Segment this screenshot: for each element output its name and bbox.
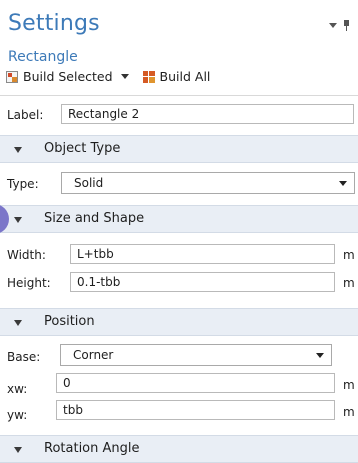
build-selected-icon	[6, 70, 18, 83]
label-input[interactable]: Rectangle 2	[61, 104, 354, 124]
width-label: Width:	[7, 248, 46, 262]
build-selected-button[interactable]: Build Selected	[6, 69, 129, 84]
toolbar: Build Selected Build All	[6, 69, 218, 84]
collapse-arrow-icon	[14, 217, 22, 223]
chevron-down-icon	[339, 181, 347, 186]
collapse-arrow-icon	[14, 320, 22, 326]
page-title: Settings	[8, 11, 100, 36]
build-all-button[interactable]: Build All	[142, 69, 211, 84]
node-subtitle: Rectangle	[8, 49, 78, 65]
build-selected-label: Build Selected	[23, 69, 113, 84]
width-input[interactable]: L+tbb	[70, 244, 335, 264]
divider	[0, 95, 358, 96]
label-field-label: Label:	[7, 108, 44, 122]
section-rotation-angle[interactable]: Rotation Angle	[0, 435, 358, 463]
base-select[interactable]: Corner	[60, 344, 332, 366]
window-controls	[329, 20, 350, 31]
height-unit: m	[343, 276, 355, 290]
type-select[interactable]: Solid	[61, 172, 355, 194]
height-label: Height:	[7, 276, 51, 290]
section-label: Position	[44, 314, 95, 329]
chevron-down-icon	[316, 353, 324, 358]
xw-label: xw:	[7, 382, 28, 396]
build-all-label: Build All	[159, 69, 211, 84]
width-unit: m	[343, 248, 355, 262]
yw-input[interactable]: tbb	[56, 400, 335, 420]
collapse-arrow-icon	[14, 447, 22, 453]
base-label: Base:	[7, 350, 41, 364]
xw-unit: m	[343, 378, 355, 392]
collapse-arrow-icon	[14, 147, 22, 153]
pin-icon[interactable]	[343, 20, 350, 31]
section-position[interactable]: Position	[0, 308, 358, 336]
yw-label: yw:	[7, 408, 28, 422]
base-select-value: Corner	[73, 348, 114, 362]
settings-panel: Settings Rectangle Build Selected Build …	[0, 0, 358, 463]
build-all-icon	[142, 70, 155, 83]
section-size-shape[interactable]: Size and Shape	[0, 205, 358, 233]
xw-input[interactable]: 0	[56, 373, 335, 393]
menu-dropdown-icon[interactable]	[329, 23, 337, 28]
height-input[interactable]: 0.1-tbb	[70, 272, 335, 292]
section-object-type[interactable]: Object Type	[0, 135, 358, 163]
type-label: Type:	[7, 177, 39, 191]
section-label: Object Type	[44, 141, 121, 156]
chevron-down-icon[interactable]	[120, 74, 129, 79]
type-select-value: Solid	[74, 176, 104, 190]
yw-unit: m	[343, 405, 355, 419]
section-label: Rotation Angle	[44, 441, 140, 456]
section-label: Size and Shape	[44, 211, 145, 226]
